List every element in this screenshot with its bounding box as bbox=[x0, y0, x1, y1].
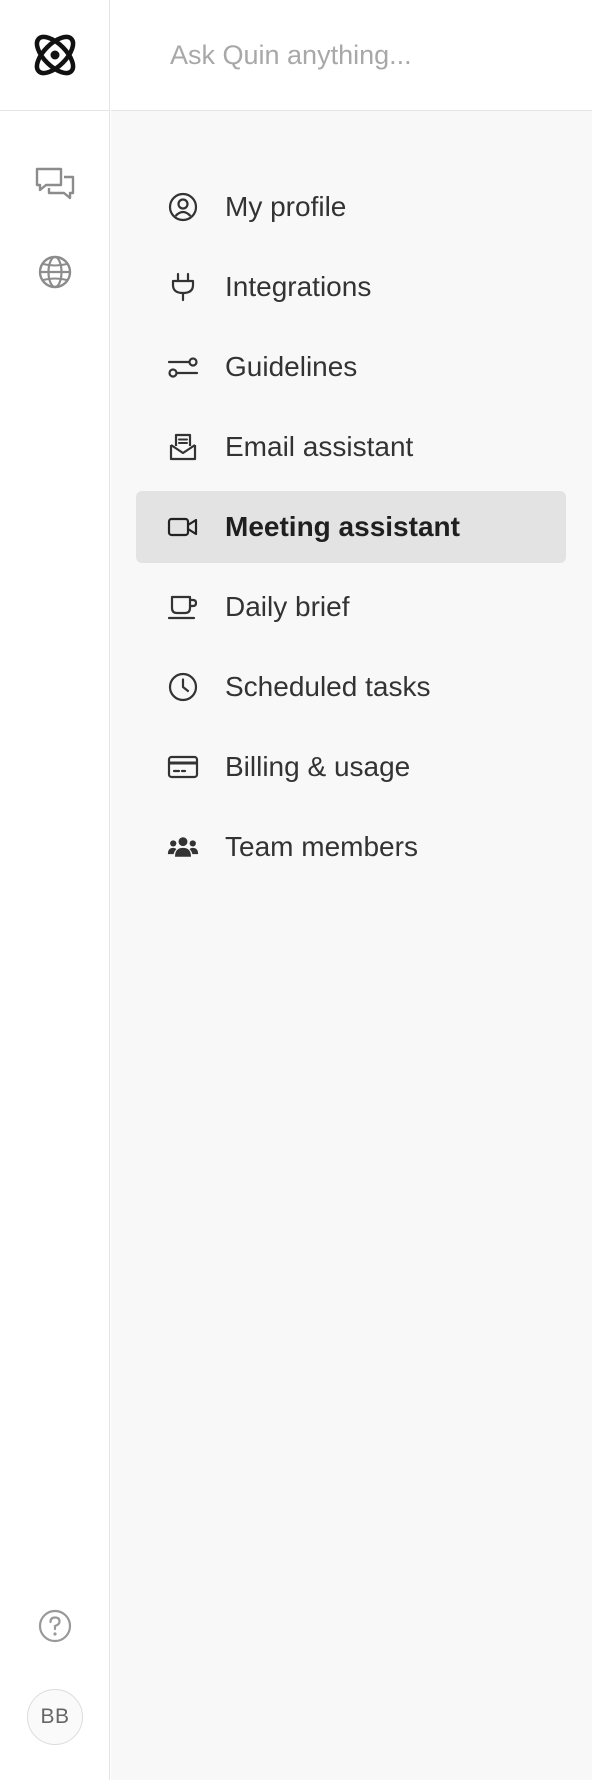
menu-item-label: Email assistant bbox=[225, 431, 414, 462]
icon-rail: BB bbox=[0, 0, 110, 1780]
menu-item-label: My profile bbox=[225, 191, 347, 222]
settings-menu: My profile Integrations Guidelines Email… bbox=[136, 171, 566, 891]
chat-bubbles-icon bbox=[34, 166, 76, 202]
video-camera-icon bbox=[167, 511, 199, 543]
coffee-cup-icon bbox=[167, 591, 199, 623]
ask-quin-search-input[interactable] bbox=[170, 30, 570, 80]
sliders-icon bbox=[167, 351, 199, 383]
globe-icon bbox=[37, 254, 73, 290]
atom-logo-icon bbox=[29, 29, 81, 81]
logo[interactable] bbox=[0, 0, 110, 111]
user-avatar[interactable]: BB bbox=[27, 1689, 83, 1745]
menu-item-label: Billing & usage bbox=[225, 751, 411, 782]
help-button[interactable] bbox=[25, 1596, 85, 1656]
clock-icon bbox=[167, 671, 199, 703]
menu-item-label: Team members bbox=[225, 831, 418, 862]
mail-inbox-icon bbox=[167, 431, 199, 463]
menu-item-label: Guidelines bbox=[225, 351, 358, 382]
menu-item-billing-usage[interactable]: Billing & usage bbox=[136, 731, 566, 803]
plug-icon bbox=[167, 271, 199, 303]
menu-item-guidelines[interactable]: Guidelines bbox=[136, 331, 566, 403]
credit-card-icon bbox=[167, 751, 199, 783]
menu-item-integrations[interactable]: Integrations bbox=[136, 251, 566, 323]
menu-item-email-assistant[interactable]: Email assistant bbox=[136, 411, 566, 483]
chats-nav-button[interactable] bbox=[25, 154, 85, 214]
help-circle-icon bbox=[38, 1609, 72, 1643]
app-window: BB My profile bbox=[0, 0, 592, 1780]
menu-item-team-members[interactable]: Team members bbox=[136, 811, 566, 883]
web-nav-button[interactable] bbox=[25, 242, 85, 302]
user-circle-icon bbox=[167, 191, 199, 223]
menu-item-label: Daily brief bbox=[225, 591, 350, 622]
menu-item-scheduled-tasks[interactable]: Scheduled tasks bbox=[136, 651, 566, 723]
top-search-bar bbox=[111, 0, 592, 111]
menu-item-my-profile[interactable]: My profile bbox=[136, 171, 566, 243]
menu-item-daily-brief[interactable]: Daily brief bbox=[136, 571, 566, 643]
users-icon bbox=[167, 831, 199, 863]
menu-item-label: Scheduled tasks bbox=[225, 671, 431, 702]
menu-item-label: Integrations bbox=[225, 271, 372, 302]
menu-item-meeting-assistant[interactable]: Meeting assistant bbox=[136, 491, 566, 563]
menu-item-label: Meeting assistant bbox=[225, 511, 460, 542]
settings-menu-panel: My profile Integrations Guidelines Email… bbox=[111, 111, 592, 1780]
